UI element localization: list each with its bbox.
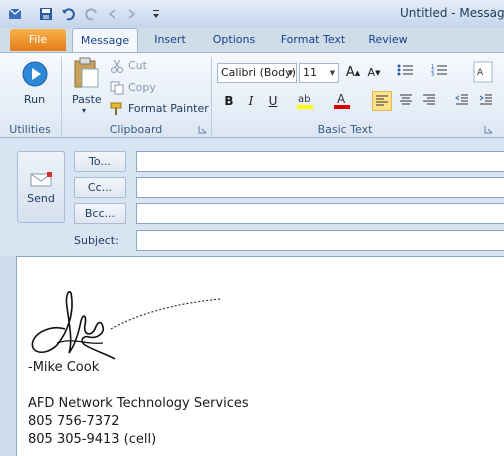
- send-button[interactable]: Send: [17, 151, 65, 223]
- tab-options[interactable]: Options: [206, 28, 262, 52]
- tab-format-text[interactable]: Format Text: [276, 28, 350, 52]
- font-size-value: 11: [303, 66, 317, 79]
- grow-font-icon[interactable]: A▲: [343, 63, 363, 83]
- bcc-field[interactable]: [136, 203, 504, 224]
- ribbon-tabs: File Message Insert Options Format Text …: [0, 28, 504, 52]
- signature-cell: 805 305-9413 (cell): [28, 432, 157, 447]
- cut-icon[interactable]: [110, 59, 124, 73]
- utilities-group-label: Utilities: [9, 123, 51, 136]
- clipboard-group-label: Clipboard: [109, 123, 163, 136]
- font-name-combo[interactable]: Calibri (Body) ▼: [217, 63, 297, 83]
- customize-toolbar-icon[interactable]: [148, 6, 163, 21]
- tab-message[interactable]: Message: [72, 28, 138, 52]
- underline-button[interactable]: U: [263, 91, 283, 111]
- format-painter-icon[interactable]: [110, 102, 124, 116]
- align-center-icon[interactable]: [396, 91, 416, 111]
- subject-label: Subject:: [74, 234, 119, 247]
- window-title: Untitled - Message: [400, 6, 504, 20]
- handwritten-signature-image: [31, 291, 222, 360]
- run-button[interactable]: Run: [24, 93, 45, 106]
- svg-text:3: 3: [431, 72, 434, 77]
- align-right-icon[interactable]: [419, 91, 439, 111]
- basic-text-group-label: Basic Text: [317, 123, 373, 136]
- svg-text:ab: ab: [298, 94, 310, 105]
- font-color-icon[interactable]: A: [332, 91, 352, 111]
- copy-button[interactable]: Copy: [128, 81, 156, 94]
- signature-name: -Mike Cook: [28, 360, 100, 375]
- title-bar: Untitled - Message: [0, 0, 504, 28]
- highlight-icon[interactable]: ab: [295, 91, 315, 111]
- undo-icon[interactable]: [60, 6, 75, 21]
- chevron-down-icon: ▼: [329, 69, 336, 77]
- decrease-indent-icon[interactable]: [452, 91, 472, 111]
- send-icon: [30, 172, 54, 191]
- bcc-button[interactable]: Bcc...: [74, 203, 126, 224]
- save-icon[interactable]: [38, 6, 53, 21]
- italic-button[interactable]: I: [241, 91, 261, 111]
- to-button[interactable]: To...: [74, 151, 126, 172]
- shrink-font-icon[interactable]: A▼: [364, 63, 384, 83]
- run-icon[interactable]: [22, 61, 48, 87]
- paste-dropdown-icon[interactable]: ▾: [82, 106, 86, 115]
- redo-icon[interactable]: [84, 6, 99, 21]
- clipboard-launcher-icon[interactable]: [198, 125, 207, 134]
- outlook-app-icon[interactable]: [8, 6, 23, 21]
- paste-icon[interactable]: [72, 57, 100, 89]
- increase-indent-icon[interactable]: [476, 91, 496, 111]
- copy-icon[interactable]: [110, 81, 124, 95]
- align-left-icon[interactable]: [372, 91, 392, 111]
- tab-review[interactable]: Review: [362, 28, 414, 52]
- numbering-icon[interactable]: 123: [430, 63, 450, 83]
- signature-phone: 805 756-7372: [28, 414, 120, 429]
- tab-file[interactable]: File: [10, 29, 66, 51]
- format-painter-button[interactable]: Format Painter: [128, 102, 209, 115]
- signature-company: AFD Network Technology Services: [28, 396, 249, 411]
- chevron-down-icon: ▼: [287, 69, 294, 77]
- cc-button[interactable]: Cc...: [74, 177, 126, 198]
- paste-button[interactable]: Paste: [72, 93, 102, 106]
- to-field[interactable]: [136, 151, 504, 172]
- next-icon[interactable]: [124, 6, 139, 21]
- bullets-icon[interactable]: [396, 63, 416, 83]
- font-size-combo[interactable]: 11 ▼: [299, 63, 339, 83]
- styles-icon[interactable]: A: [472, 61, 494, 83]
- bold-button[interactable]: B: [219, 91, 239, 111]
- cut-button[interactable]: Cut: [128, 59, 147, 72]
- previous-icon[interactable]: [104, 6, 119, 21]
- send-label: Send: [27, 192, 55, 205]
- cc-field[interactable]: [136, 177, 504, 198]
- basic-text-launcher-icon[interactable]: [484, 125, 493, 134]
- tab-insert[interactable]: Insert: [146, 28, 194, 52]
- svg-text:A: A: [477, 68, 484, 78]
- compose-header: Send To... Cc... Bcc... Subject:: [0, 138, 504, 256]
- svg-text:A: A: [337, 92, 346, 106]
- subject-field[interactable]: [136, 230, 504, 251]
- ribbon: Run Utilities Paste ▾ Cut Copy Format Pa…: [0, 52, 504, 138]
- message-body[interactable]: -Mike Cook AFD Network Technology Servic…: [16, 256, 504, 456]
